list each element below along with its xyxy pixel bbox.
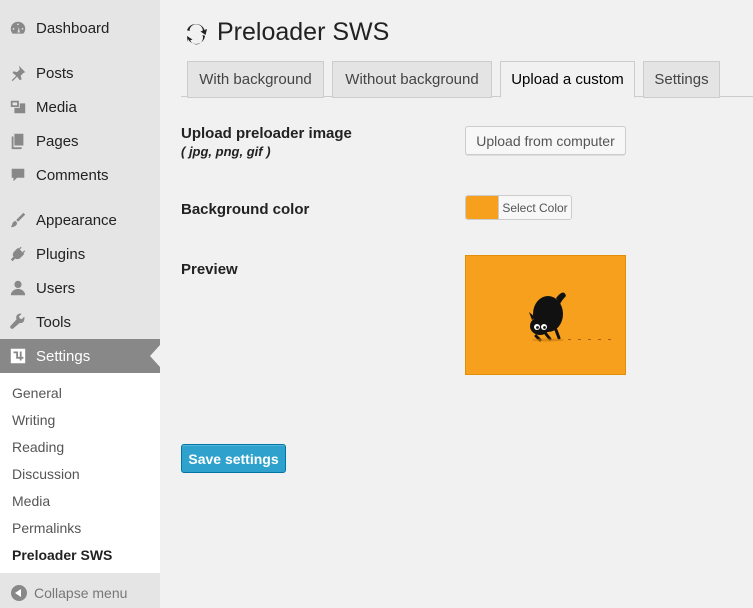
color-swatch [466, 196, 498, 219]
tab-settings[interactable]: Settings [643, 61, 720, 98]
media-icon [8, 97, 28, 117]
brush-icon [8, 210, 28, 230]
sidebar-item-plugins[interactable]: Plugins [0, 237, 160, 271]
collapse-arrow-icon [11, 584, 27, 601]
pages-icon [8, 131, 28, 151]
tab-without-background[interactable]: Without background [332, 61, 492, 98]
save-settings-button[interactable]: Save settings [181, 444, 286, 473]
submenu-item-reading[interactable]: Reading [12, 439, 64, 455]
sidebar-item-label: Dashboard [36, 19, 110, 37]
upload-format-hint: ( jpg, png, gif ) [181, 144, 271, 159]
plug-icon [8, 244, 28, 264]
dashboard-icon [8, 18, 28, 38]
collapse-menu-button[interactable]: Collapse menu [0, 577, 160, 608]
sidebar-item-tools[interactable]: Tools [0, 305, 160, 339]
sidebar-item-label: Posts [36, 64, 74, 82]
tab-upload-a-custom[interactable]: Upload a custom [500, 61, 635, 98]
black-cat-image [529, 292, 611, 342]
sidebar-item-media[interactable]: Media [0, 90, 160, 124]
sidebar-item-settings[interactable]: Settings [0, 339, 160, 373]
preloader-preview [465, 255, 626, 375]
comment-icon [8, 165, 28, 185]
sidebar-item-label: Pages [36, 132, 79, 150]
sidebar-item-label: Media [36, 98, 77, 116]
sidebar-item-label: Appearance [36, 211, 117, 229]
settings-submenu: General Writing Reading Discussion Media… [0, 373, 160, 573]
sidebar-item-label: Tools [36, 313, 72, 331]
submenu-item-permalinks[interactable]: Permalinks [12, 520, 81, 536]
tab-with-background[interactable]: With background [187, 61, 324, 98]
settings-icon [8, 346, 28, 366]
submenu-item-writing[interactable]: Writing [12, 412, 55, 428]
admin-sidebar: Dashboard Posts Media Pages Comments App… [0, 0, 160, 608]
wrench-icon [8, 312, 28, 332]
submenu-item-media[interactable]: Media [12, 493, 50, 509]
page-title-text: Preloader SWS [217, 18, 390, 46]
pin-icon [8, 63, 28, 83]
sidebar-item-label: Users [36, 279, 76, 297]
refresh-icon [187, 23, 207, 44]
preview-label: Preview [181, 261, 238, 278]
sidebar-item-label: Comments [36, 166, 109, 184]
submenu-item-preloader-sws[interactable]: Preloader SWS [12, 547, 112, 563]
tab-bar: With background Without background Uploa… [181, 60, 753, 98]
select-color-label: Select Color [498, 196, 571, 219]
sidebar-item-label: Plugins [36, 245, 86, 263]
submenu-item-discussion[interactable]: Discussion [12, 466, 80, 482]
page-title: Preloader SWS [183, 18, 389, 47]
sidebar-item-appearance[interactable]: Appearance [0, 203, 160, 237]
upload-from-computer-button[interactable]: Upload from computer [465, 126, 626, 155]
sidebar-item-comments[interactable]: Comments [0, 158, 160, 192]
sidebar-item-pages[interactable]: Pages [0, 124, 160, 158]
upload-image-label: Upload preloader image ( jpg, png, gif ) [181, 125, 352, 159]
sidebar-item-users[interactable]: Users [0, 271, 160, 305]
sidebar-item-dashboard[interactable]: Dashboard [0, 11, 160, 45]
background-color-label: Background color [181, 201, 310, 218]
sidebar-item-label: Settings [36, 347, 91, 365]
submenu-item-general[interactable]: General [12, 385, 62, 401]
user-icon [8, 278, 28, 298]
color-picker-button[interactable]: Select Color [465, 195, 572, 220]
collapse-menu-label: Collapse menu [34, 584, 128, 601]
upload-image-label-text: Upload preloader image [181, 125, 352, 142]
sidebar-item-posts[interactable]: Posts [0, 56, 160, 90]
active-indicator [150, 345, 160, 367]
